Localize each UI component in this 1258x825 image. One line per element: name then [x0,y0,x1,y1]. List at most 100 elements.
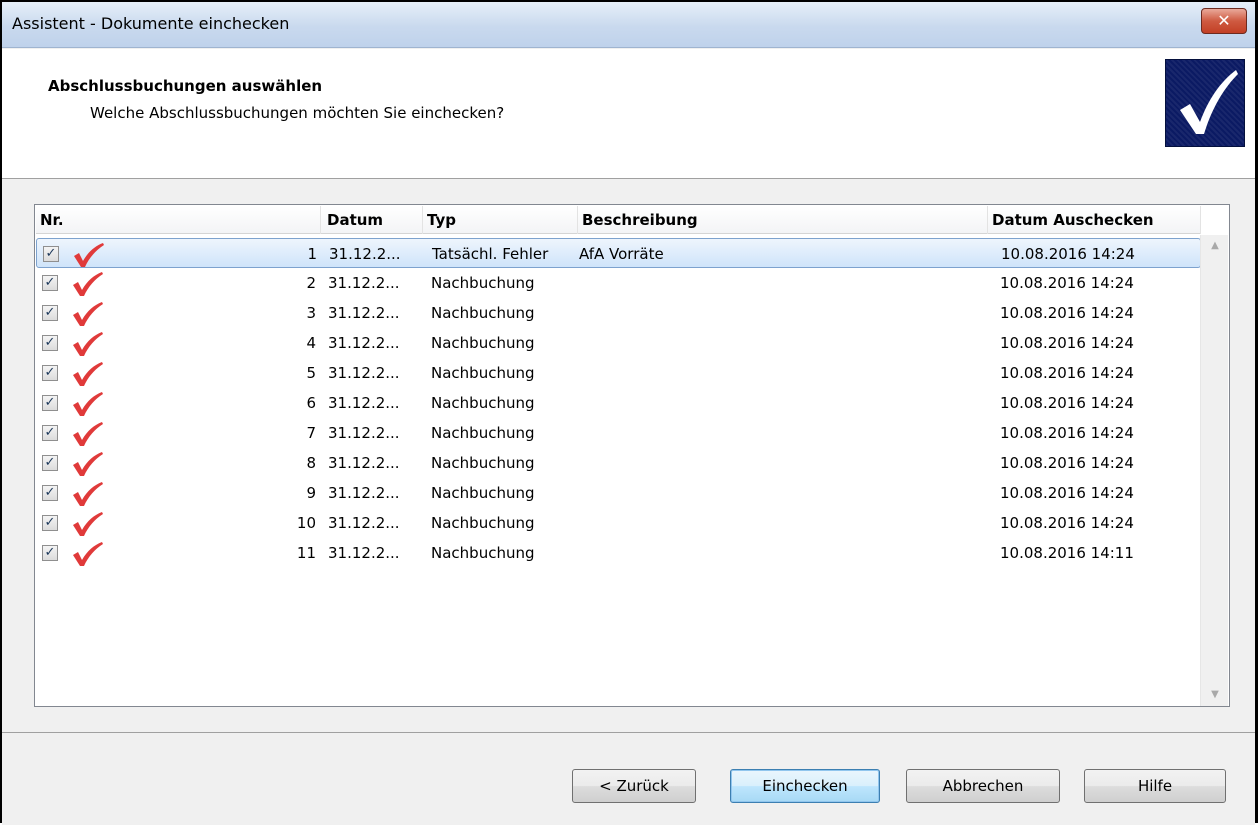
table-row[interactable]: ✓ 5 31.12.2... Nachbuchung 10.08.2016 14:24 [36,358,1201,388]
cell-nr: 10 [296,514,316,532]
cancel-button[interactable]: Abbrechen [906,769,1060,803]
cell-beschreibung [578,298,878,328]
checkmark-logo-icon [1165,59,1245,147]
cell-typ: Nachbuchung [431,484,535,502]
table-row[interactable]: ✓ 8 31.12.2... Nachbuchung 10.08.2016 14:24 [36,448,1201,478]
cell-datum-auschecken: 10.08.2016 14:11 [1000,544,1134,562]
cell-nr: 11 [296,544,316,562]
cell-beschreibung [578,268,878,298]
cell-typ: Nachbuchung [431,514,535,532]
row-checkbox[interactable]: ✓ [42,515,58,531]
table-row[interactable]: ✓ 6 31.12.2... Nachbuchung 10.08.2016 14:24 [36,388,1201,418]
cell-beschreibung [578,478,878,508]
row-checkbox[interactable]: ✓ [42,365,58,381]
list-rows: ✓ 1 31.12.2... Tatsächl. Fehler AfA Vorräte 1… [36,238,1201,568]
page-subtitle: Welche Abschlussbuchungen möchten Sie ei… [90,104,505,122]
wizard-header: Abschlussbuchungen auswählen Welche Absc… [2,49,1255,179]
page-title: Abschlussbuchungen auswählen [48,77,323,95]
cell-beschreibung [578,388,878,418]
cell-datum: 31.12.2... [328,514,400,532]
cell-typ: Nachbuchung [431,274,535,292]
content-panel: Nr. Datum Typ Beschreibung Datum Auschec… [2,180,1255,733]
cell-datum: 31.12.2... [328,544,400,562]
cell-beschreibung [578,538,878,568]
button-bar: < Zurück Einchecken Abbrechen Hilfe [2,734,1255,825]
cell-datum-auschecken: 10.08.2016 14:24 [1000,484,1134,502]
red-checkmark-icon [73,422,103,446]
cell-datum: 31.12.2... [328,364,400,382]
row-checkbox[interactable]: ✓ [42,275,58,291]
row-checkbox[interactable]: ✓ [42,545,58,561]
row-checkbox[interactable]: ✓ [42,395,58,411]
checkin-button[interactable]: Einchecken [730,769,880,803]
scroll-up-icon[interactable]: ▲ [1201,235,1229,257]
cell-nr: 6 [306,394,316,412]
cell-datum-auschecken: 10.08.2016 14:24 [1000,454,1134,472]
row-checkbox[interactable]: ✓ [42,485,58,501]
row-checkbox[interactable]: ✓ [42,455,58,471]
cell-nr: 1 [307,245,317,263]
cell-datum-auschecken: 10.08.2016 14:24 [1000,424,1134,442]
list-header: Nr. Datum Typ Beschreibung Datum Auschec… [36,206,1201,234]
cell-datum: 31.12.2... [328,394,400,412]
table-row[interactable]: ✓ 10 31.12.2... Nachbuchung 10.08.2016 14:24 [36,508,1201,538]
scroll-down-icon[interactable]: ▼ [1201,684,1229,706]
cell-datum: 31.12.2... [328,334,400,352]
row-checkbox[interactable]: ✓ [42,305,58,321]
column-header-datum-auschecken[interactable]: Datum Auschecken [988,206,1201,234]
table-row[interactable]: ✓ 7 31.12.2... Nachbuchung 10.08.2016 14:24 [36,418,1201,448]
red-checkmark-icon [73,302,103,326]
cell-beschreibung [578,508,878,538]
table-row[interactable]: ✓ 4 31.12.2... Nachbuchung 10.08.2016 14:24 [36,328,1201,358]
cell-nr: 4 [306,334,316,352]
cell-datum-auschecken: 10.08.2016 14:24 [1000,394,1134,412]
title-bar[interactable]: Assistent - Dokumente einchecken ✕ [2,2,1255,48]
cell-typ: Nachbuchung [431,454,535,472]
cell-beschreibung [578,418,878,448]
cell-datum-auschecken: 10.08.2016 14:24 [1000,514,1134,532]
cell-beschreibung [578,448,878,478]
cell-datum-auschecken: 10.08.2016 14:24 [1001,245,1135,263]
cell-datum: 31.12.2... [328,424,400,442]
row-checkbox[interactable]: ✓ [43,246,59,262]
cell-datum: 31.12.2... [328,454,400,472]
cell-typ: Nachbuchung [431,424,535,442]
table-row[interactable]: ✓ 11 31.12.2... Nachbuchung 10.08.2016 14:11 [36,538,1201,568]
table-row[interactable]: ✓ 2 31.12.2... Nachbuchung 10.08.2016 14:24 [36,268,1201,298]
red-checkmark-icon [73,452,103,476]
table-row[interactable]: ✓ 3 31.12.2... Nachbuchung 10.08.2016 14:24 [36,298,1201,328]
back-button[interactable]: < Zurück [572,769,696,803]
close-icon[interactable]: ✕ [1201,8,1247,34]
cell-nr: 7 [306,424,316,442]
cell-nr: 3 [306,304,316,322]
cell-datum-auschecken: 10.08.2016 14:24 [1000,274,1134,292]
red-checkmark-icon [73,542,103,566]
red-checkmark-icon [73,512,103,536]
cell-beschreibung [578,328,878,358]
cell-datum: 31.12.2... [328,304,400,322]
cell-datum: 31.12.2... [328,484,400,502]
cell-datum: 31.12.2... [329,245,401,263]
table-row[interactable]: ✓ 9 31.12.2... Nachbuchung 10.08.2016 14:24 [36,478,1201,508]
column-header-datum[interactable]: Datum [323,206,423,234]
row-checkbox[interactable]: ✓ [42,425,58,441]
row-checkbox[interactable]: ✓ [42,335,58,351]
red-checkmark-icon [73,392,103,416]
column-header-typ[interactable]: Typ [423,206,578,234]
bookings-list[interactable]: Nr. Datum Typ Beschreibung Datum Auschec… [34,204,1230,707]
cell-beschreibung: AfA Vorräte [579,245,664,263]
table-row[interactable]: ✓ 1 31.12.2... Tatsächl. Fehler AfA Vorräte 1… [36,238,1201,268]
window-title: Assistent - Dokumente einchecken [12,14,290,33]
cell-typ: Tatsächl. Fehler [432,245,549,263]
cell-nr: 2 [306,274,316,292]
help-button[interactable]: Hilfe [1084,769,1226,803]
column-header-beschreibung[interactable]: Beschreibung [578,206,988,234]
vertical-scrollbar[interactable]: ▲ ▼ [1200,235,1228,706]
cell-typ: Nachbuchung [431,304,535,322]
column-header-nr[interactable]: Nr. [36,206,321,234]
cell-nr: 8 [306,454,316,472]
red-checkmark-icon [73,482,103,506]
red-checkmark-icon [73,272,103,296]
cell-datum-auschecken: 10.08.2016 14:24 [1000,334,1134,352]
red-checkmark-icon [73,332,103,356]
